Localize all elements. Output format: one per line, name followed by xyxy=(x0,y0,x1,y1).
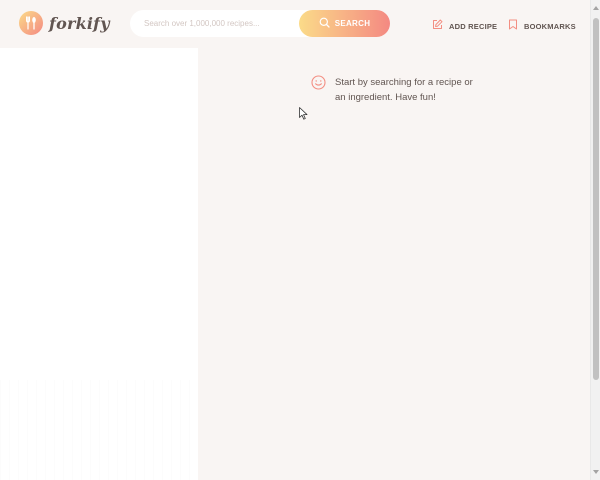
logo[interactable]: forkify xyxy=(19,11,110,35)
search-form: SEARCH xyxy=(130,10,390,37)
logo-text: forkify xyxy=(49,13,110,33)
message-text: Start by searching for a recipe or an in… xyxy=(335,77,473,103)
bookmarks-label: BOOKMARKS xyxy=(524,21,576,31)
app-window: forkify SEARCH ADD RECI xyxy=(0,0,600,480)
edit-icon xyxy=(432,17,443,35)
recipe-panel: Start by searching for a recipe or an in… xyxy=(198,48,590,480)
search-results-panel xyxy=(0,48,198,480)
scroll-down-arrow[interactable] xyxy=(593,470,599,474)
search-button[interactable]: SEARCH xyxy=(299,10,390,37)
search-input[interactable] xyxy=(130,10,298,37)
start-message: Start by searching for a recipe or an in… xyxy=(311,75,485,105)
scrollbar-thumb[interactable] xyxy=(593,18,599,380)
add-recipe-label: ADD RECIPE xyxy=(449,21,498,31)
search-icon xyxy=(319,17,330,30)
scroll-up-arrow[interactable] xyxy=(593,6,599,10)
page-scrollbar[interactable] xyxy=(590,0,600,480)
smile-icon xyxy=(311,75,326,105)
mouse-cursor-icon xyxy=(299,107,308,125)
search-button-label: SEARCH xyxy=(334,19,371,28)
bookmark-icon xyxy=(508,17,518,35)
fork-spoon-icon xyxy=(19,11,43,35)
header: forkify SEARCH ADD RECI xyxy=(0,0,590,48)
add-recipe-button[interactable]: ADD RECIPE xyxy=(432,17,497,35)
bookmarks-button[interactable]: BOOKMARKS xyxy=(508,17,576,35)
